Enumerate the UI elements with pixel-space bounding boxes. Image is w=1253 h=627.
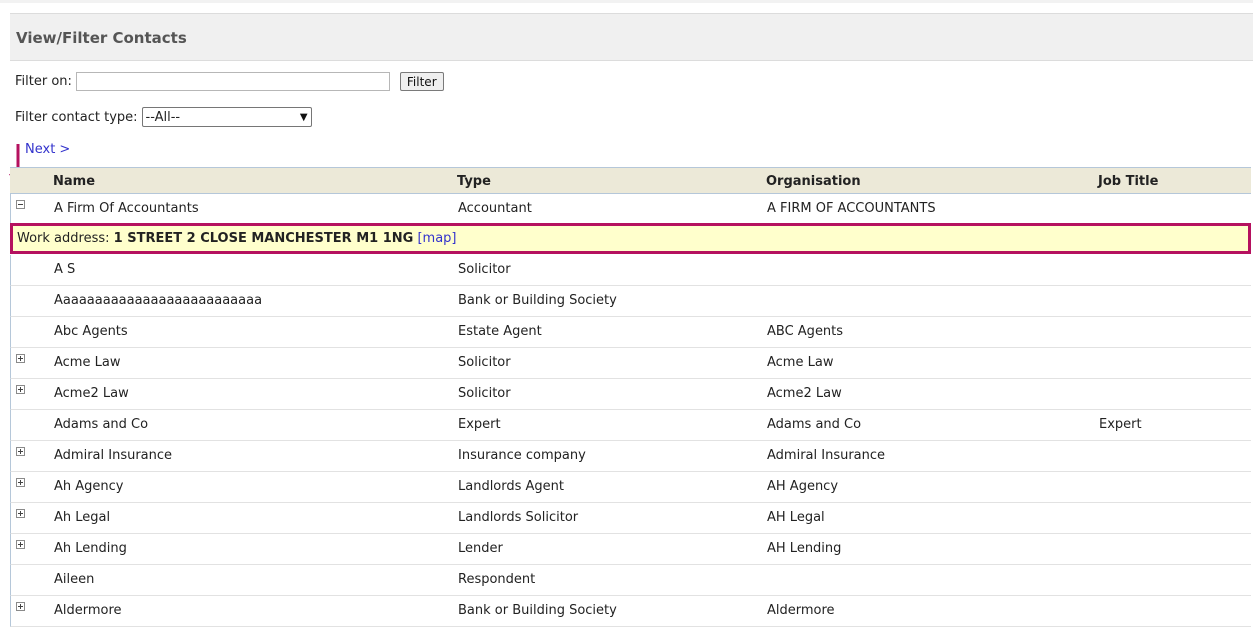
cell-organisation: Acme Law [767,355,834,370]
work-address-value: 1 STREET 2 CLOSE MANCHESTER M1 1NG [113,231,414,246]
filter-row: Filter on: Filter [15,72,444,91]
cell-name: Acme2 Law [54,386,129,401]
filter-button[interactable]: Filter [399,72,444,91]
cell-organisation: Admiral Insurance [767,448,886,463]
cell-organisation: ABC Agents [767,324,844,339]
next-page-link[interactable]: Next > [25,142,70,157]
table-row[interactable]: Aldermore Bank or Building Society Aldermo… [10,596,1251,627]
cell-name: Aileen [54,572,95,587]
table-header: Name Type Organisation Job Title [10,167,1251,194]
cell-type: Bank or Building Society [458,603,617,618]
contacts-table: Name Type Organisation Job Title A Firm … [10,167,1251,627]
cell-type: Lender [458,541,503,556]
cell-name: Ah Lending [54,541,127,556]
filter-label: Filter on: [15,74,72,89]
minus-box-icon[interactable] [16,200,25,209]
cell-type: Landlords Agent [458,479,565,494]
filter-type-row: Filter contact type: --All-- ▼ [15,107,312,127]
column-header-name[interactable]: Name [53,174,95,189]
cell-type: Expert [458,417,501,432]
work-address-detail: Work address: 1 STREET 2 CLOSE MANCHESTE… [10,223,1251,254]
cell-name: Admiral Insurance [54,448,173,463]
table-row[interactable]: Abc Agents Estate Agent ABC Agents [10,317,1251,348]
work-address-line: Work address: 1 STREET 2 CLOSE MANCHESTE… [17,231,456,246]
cell-type: Bank or Building Society [458,293,617,308]
table-row[interactable]: Adams and Co Expert Adams and Co Expert [10,410,1251,441]
plus-box-icon[interactable] [16,385,25,394]
table-body: A S Solicitor Aaaaaaaaaaaaaaaaaaaaaaaaaa Ba… [10,255,1251,627]
plus-box-icon[interactable] [16,602,25,611]
cell-name: Ah Agency [54,479,124,494]
cell-organisation: Aldermore [767,603,835,618]
cell-name: Aldermore [54,603,122,618]
cell-organisation: AH Agency [767,479,839,494]
cell-type: Landlords Solicitor [458,510,579,525]
map-link[interactable]: [map] [417,231,456,246]
cell-name: A S [54,262,76,277]
cell-type: Solicitor [458,386,511,401]
cell-organisation: AH Lending [767,541,842,556]
contact-type-selected: --All-- [145,109,181,125]
plus-box-icon[interactable] [16,478,25,487]
cell-name: Aaaaaaaaaaaaaaaaaaaaaaaaaa [54,293,263,308]
column-header-organisation[interactable]: Organisation [766,174,861,189]
table-row[interactable]: Admiral Insurance Insurance company Admira… [10,441,1251,472]
table-row[interactable]: Acme Law Solicitor Acme Law [10,348,1251,379]
cell-name: Ah Legal [54,510,111,525]
filter-type-label: Filter contact type: [15,109,138,125]
plus-box-icon[interactable] [16,354,25,363]
table-row[interactable]: Ah Lending Lender AH Lending [10,534,1251,565]
cell-organisation: Adams and Co [767,417,862,432]
cell-type: Solicitor [458,355,511,370]
table-row[interactable]: Ah Legal Landlords Solicitor AH Legal [10,503,1251,534]
cell-organisation: Acme2 Law [767,386,842,401]
cell-organisation: A FIRM OF ACCOUNTANTS [767,201,936,216]
cell-name: Adams and Co [54,417,149,432]
cell-type: Insurance company [458,448,586,463]
cell-name: Abc Agents [54,324,128,339]
chevron-down-icon: ▼ [299,111,308,123]
table-row[interactable]: A S Solicitor [10,255,1251,286]
cell-organisation: AH Legal [767,510,825,525]
top-rule [0,0,1253,3]
page-title: View/Filter Contacts [16,29,187,47]
column-header-job-title[interactable]: Job Title [1098,174,1158,189]
filter-input[interactable] [75,72,390,91]
cell-type: Estate Agent [458,324,542,339]
cell-name: A Firm Of Accountants [54,201,199,216]
panel-header: View/Filter Contacts [10,13,1253,61]
table-row[interactable]: Aaaaaaaaaaaaaaaaaaaaaaaaaa Bank or Buildi… [10,286,1251,317]
column-header-type[interactable]: Type [457,174,491,189]
table-row[interactable]: Aileen Respondent [10,565,1251,596]
cell-type: Respondent [458,572,536,587]
cell-type: Solicitor [458,262,511,277]
contact-type-select[interactable]: --All-- ▼ [141,107,312,127]
plus-box-icon[interactable] [16,447,25,456]
table-row[interactable]: Acme2 Law Solicitor Acme2 Law [10,379,1251,410]
plus-box-icon[interactable] [16,509,25,518]
cell-job-title: Expert [1099,417,1142,432]
table-row-expanded[interactable]: A Firm Of Accountants Accountant A FIRM … [10,194,1251,225]
cell-name: Acme Law [54,355,121,370]
plus-box-icon[interactable] [16,540,25,549]
work-address-label: Work address: [17,231,110,246]
table-row[interactable]: Ah Agency Landlords Agent AH Agency [10,472,1251,503]
cell-type: Accountant [458,201,532,216]
